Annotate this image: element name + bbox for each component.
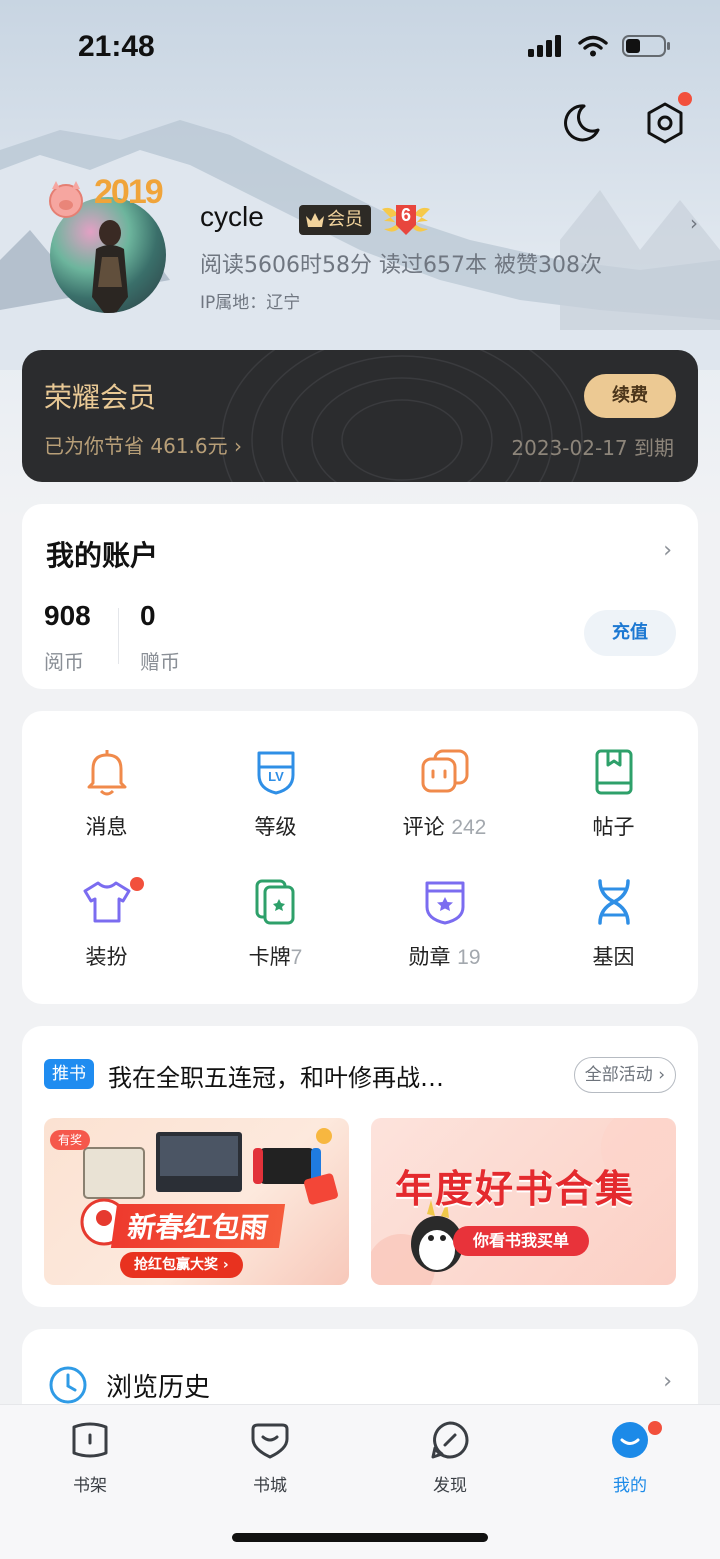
menu-item-cards[interactable]: 卡牌7 [191,877,360,997]
level-shield-icon: LV [257,751,294,795]
level-badge: 6 [380,199,432,239]
account-card[interactable]: 我的账户 › 908 阅币 0 赠币 充值 [22,504,698,689]
avatar-badge-year: 2019 [94,173,164,211]
profile-section[interactable]: 2019 cycle 会员 6 阅读5606时58分 读过657本 被赞308次… [40,173,700,325]
comment-bubbles-icon [421,749,468,793]
settings-button[interactable] [642,92,692,146]
menu-item-genes[interactable]: 基因 [529,877,698,997]
menu-label-genes: 基因 [592,945,635,969]
tab-label-bookstore: 书城 [253,1476,287,1496]
menu-count-cards: 7 [290,946,303,969]
tab-profile[interactable]: 我的 [580,1419,680,1496]
banner1-subtitle: 抢红包赢大奖 › [120,1252,243,1278]
tab-label-discover: 发现 [433,1476,467,1496]
reading-stats: 阅读5606时58分 读过657本 被赞308次 [200,253,602,278]
menu-label-messages: 消息 [85,815,128,839]
home-indicator [232,1533,488,1542]
menu-item-messages[interactable]: 消息 [22,747,191,867]
menu-item-comments[interactable]: 评论 242 [360,747,529,867]
menu-count-comments: 242 [451,816,487,839]
menu-label-cards: 卡牌 [248,945,291,969]
vip-expiry: 2023-02-17 到期 [511,436,674,460]
vip-savings-link[interactable]: 已为你节省 461.6元 › [44,430,242,459]
vip-tag-label: 会员 [327,209,363,230]
notification-dot [678,92,692,106]
playing-cards-icon [255,879,294,925]
cellular-signal-icon [528,35,561,57]
pig-2019-badge-icon [49,181,83,218]
banner2-subtitle: 你看书我买单 [453,1226,590,1256]
account-divider [118,608,119,664]
activity-card: 推书 我在全职五连冠，和叶修再战… 全部活动 › 有奖 新春红包雨 抢红包赢大奖… [22,1026,698,1307]
menu-item-posts[interactable]: 帖子 [529,747,698,867]
tab-label-profile: 我的 [613,1476,647,1496]
status-time: 21:48 [78,30,155,63]
account-title: 我的账户 [46,539,159,572]
banner-annual-books[interactable]: 年度好书合集 你看书我买单 [371,1118,676,1285]
bookmark-book-icon [595,749,632,795]
banner2-title: 年度好书合集 [395,1167,636,1211]
recharge-button[interactable]: 充值 [584,610,676,656]
menu-label-comments: 评论 [402,815,445,839]
menu-label-posts: 帖子 [592,815,635,839]
menu-item-medals[interactable]: 勋章 19 [360,877,529,997]
tab-label-bookshelf: 书架 [73,1476,107,1496]
settings-hexagon-icon [647,102,683,144]
coins-label: 阅币 [44,650,84,674]
banner-red-packet-rain[interactable]: 有奖 新春红包雨 抢红包赢大奖 › [44,1118,349,1285]
account-chevron-right-icon: › [663,538,672,563]
avatar-container[interactable]: 2019 [40,173,170,315]
gift-coins-label: 赠币 [140,650,180,674]
bookshelf-icon [72,1422,108,1458]
wifi-icon [578,35,608,57]
profile-chevron-right-icon: › [690,211,698,235]
username: cycle [200,201,264,232]
tab-discover[interactable]: 发现 [400,1419,500,1496]
dna-icon [597,879,630,925]
profile-smile-icon [612,1422,648,1458]
clock-icon [49,1366,87,1404]
vip-tag: 会员 [299,205,371,235]
activity-title[interactable]: 我在全职五连冠，和叶修再战… [108,1058,444,1093]
menu-item-dressup[interactable]: 装扮 [22,877,191,997]
crown-icon [306,213,324,227]
medal-icon [425,881,464,925]
menu-label-level: 等级 [254,815,297,839]
tshirt-icon [83,881,130,923]
banner1-title: 新春红包雨 [110,1204,286,1248]
browse-history-title: 浏览历史 [106,1373,211,1403]
gift-coins-value: 0 [140,600,156,631]
coins-value: 908 [44,600,91,631]
status-icons [528,34,672,58]
level-number: 6 [400,205,411,225]
history-chevron-right-icon: › [663,1369,672,1394]
menu-item-level[interactable]: LV 等级 [191,747,360,867]
tab-bookstore[interactable]: 书城 [220,1419,320,1496]
notification-dot [130,877,144,891]
banner1-hot-tag: 有奖 [50,1130,91,1150]
status-bar: 21:48 [0,0,720,95]
battery-icon [622,35,670,57]
night-mode-button[interactable] [558,100,604,146]
vip-title: 荣耀会员 [44,381,157,414]
notification-dot [648,1421,662,1435]
compass-icon [431,1421,469,1459]
bookstore-heart-icon [251,1423,289,1459]
menu-label-dressup: 装扮 [85,945,128,969]
moon-icon [564,104,600,142]
tab-bookshelf[interactable]: 书架 [40,1419,140,1496]
menu-label-medals: 勋章 [408,945,451,969]
recommend-tag: 推书 [44,1059,94,1089]
menu-count-medals: 19 [457,946,481,969]
feature-menu-card: 消息 LV 等级 评论 242 帖子 装扮 卡牌7 勋章 19 基因 [22,711,698,1004]
ip-location: IP属地：辽宁 [200,293,301,313]
svg-text:LV: LV [268,769,284,784]
bell-icon [87,750,126,796]
vip-membership-card[interactable]: 荣耀会员 已为你节省 461.6元 › 续费 2023-02-17 到期 [22,350,698,482]
all-activities-button[interactable]: 全部活动 › [573,1057,676,1093]
renew-button[interactable]: 续费 [584,374,676,418]
